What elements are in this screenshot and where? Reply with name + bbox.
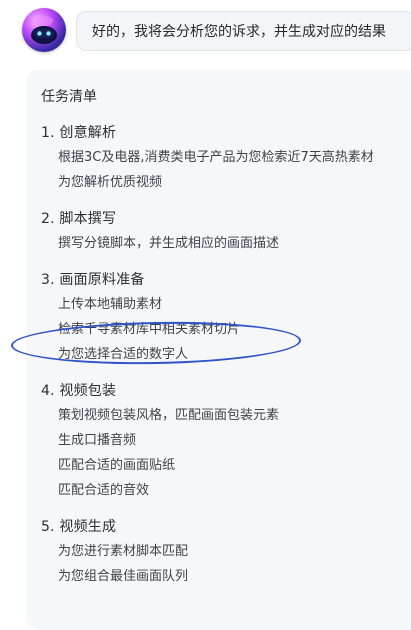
- task-section-1: 1. 创意解析 根据3C及电器,消费类电子产品为您检索近7天高热素材 为您解析优…: [41, 122, 374, 194]
- assistant-avatar: [22, 8, 66, 52]
- task-section-4: 4. 视频包装 策划视频包装风格，匹配画面包装元素 生成口播音频 匹配合适的画面…: [41, 380, 374, 502]
- section-title: 4. 视频包装: [41, 383, 117, 399]
- section-title: 2. 脚本撰写: [41, 211, 117, 227]
- section-title: 1. 创意解析: [41, 125, 117, 141]
- task-item: 为您进行素材脚本匹配: [58, 544, 189, 559]
- assistant-message-bubble: 好的，我将会分析您的诉求，并生成对应的结果: [76, 11, 411, 51]
- task-list-title: 任务清单: [41, 89, 97, 105]
- task-item: 为您组合最佳画面队列: [58, 569, 189, 584]
- task-item: 策划视频包装风格，匹配画面包装元素: [58, 408, 280, 423]
- task-item: 上传本地辅助素材: [58, 297, 163, 312]
- task-item: 匹配合适的音效: [58, 483, 150, 498]
- task-item: 为您解析优质视频: [58, 175, 163, 190]
- task-section-2: 2. 脚本撰写 撰写分镜脚本，并生成相应的画面描述: [41, 208, 374, 255]
- task-item: 根据3C及电器,消费类电子产品为您检索近7天高热素材: [58, 150, 374, 165]
- assistant-message-text: 好的，我将会分析您的诉求，并生成对应的结果: [92, 24, 386, 40]
- task-item: 撰写分镜脚本，并生成相应的画面描述: [58, 236, 280, 251]
- task-item: 匹配合适的画面贴纸: [58, 458, 176, 473]
- task-item: 生成口播音频: [58, 433, 137, 448]
- task-section-5: 5. 视频生成 为您进行素材脚本匹配 为您组合最佳画面队列: [41, 516, 374, 588]
- section-title: 3. 画面原料准备: [41, 272, 145, 288]
- section-title: 5. 视频生成: [41, 519, 117, 535]
